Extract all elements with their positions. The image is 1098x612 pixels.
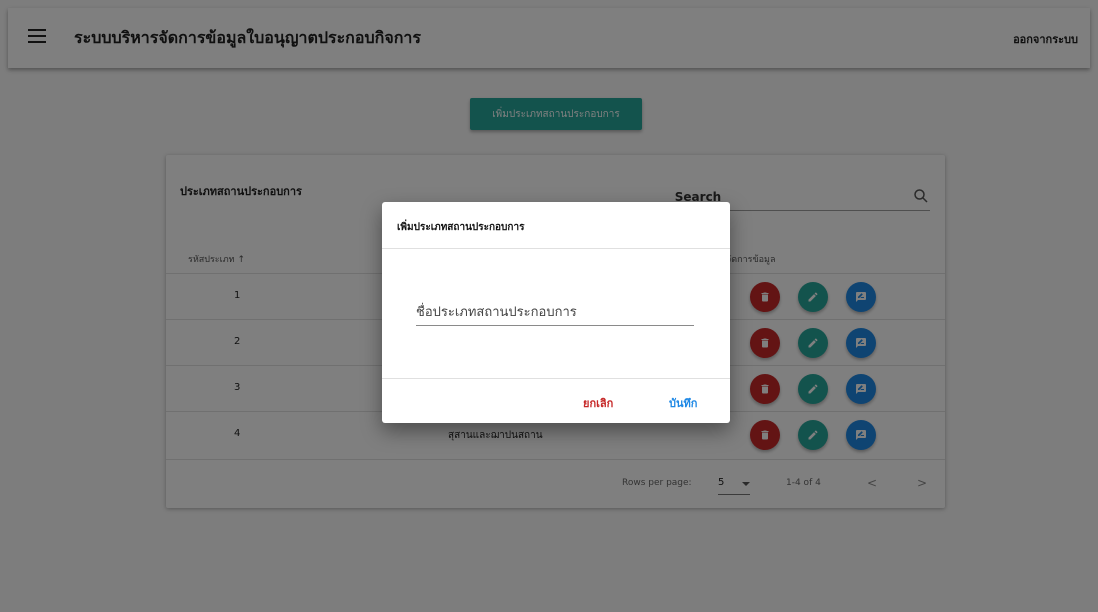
dialog-title: เพิ่มประเภทสถานประกอบการ [397,222,525,233]
business-type-name-input[interactable] [416,300,694,326]
cancel-button[interactable]: ยกเลิก [583,394,613,412]
dialog-divider [382,248,730,249]
save-button[interactable]: บันทึก [669,394,697,412]
add-business-type-dialog: เพิ่มประเภทสถานประกอบการ ยกเลิก บันทึก [382,202,730,423]
dialog-divider [382,378,730,379]
